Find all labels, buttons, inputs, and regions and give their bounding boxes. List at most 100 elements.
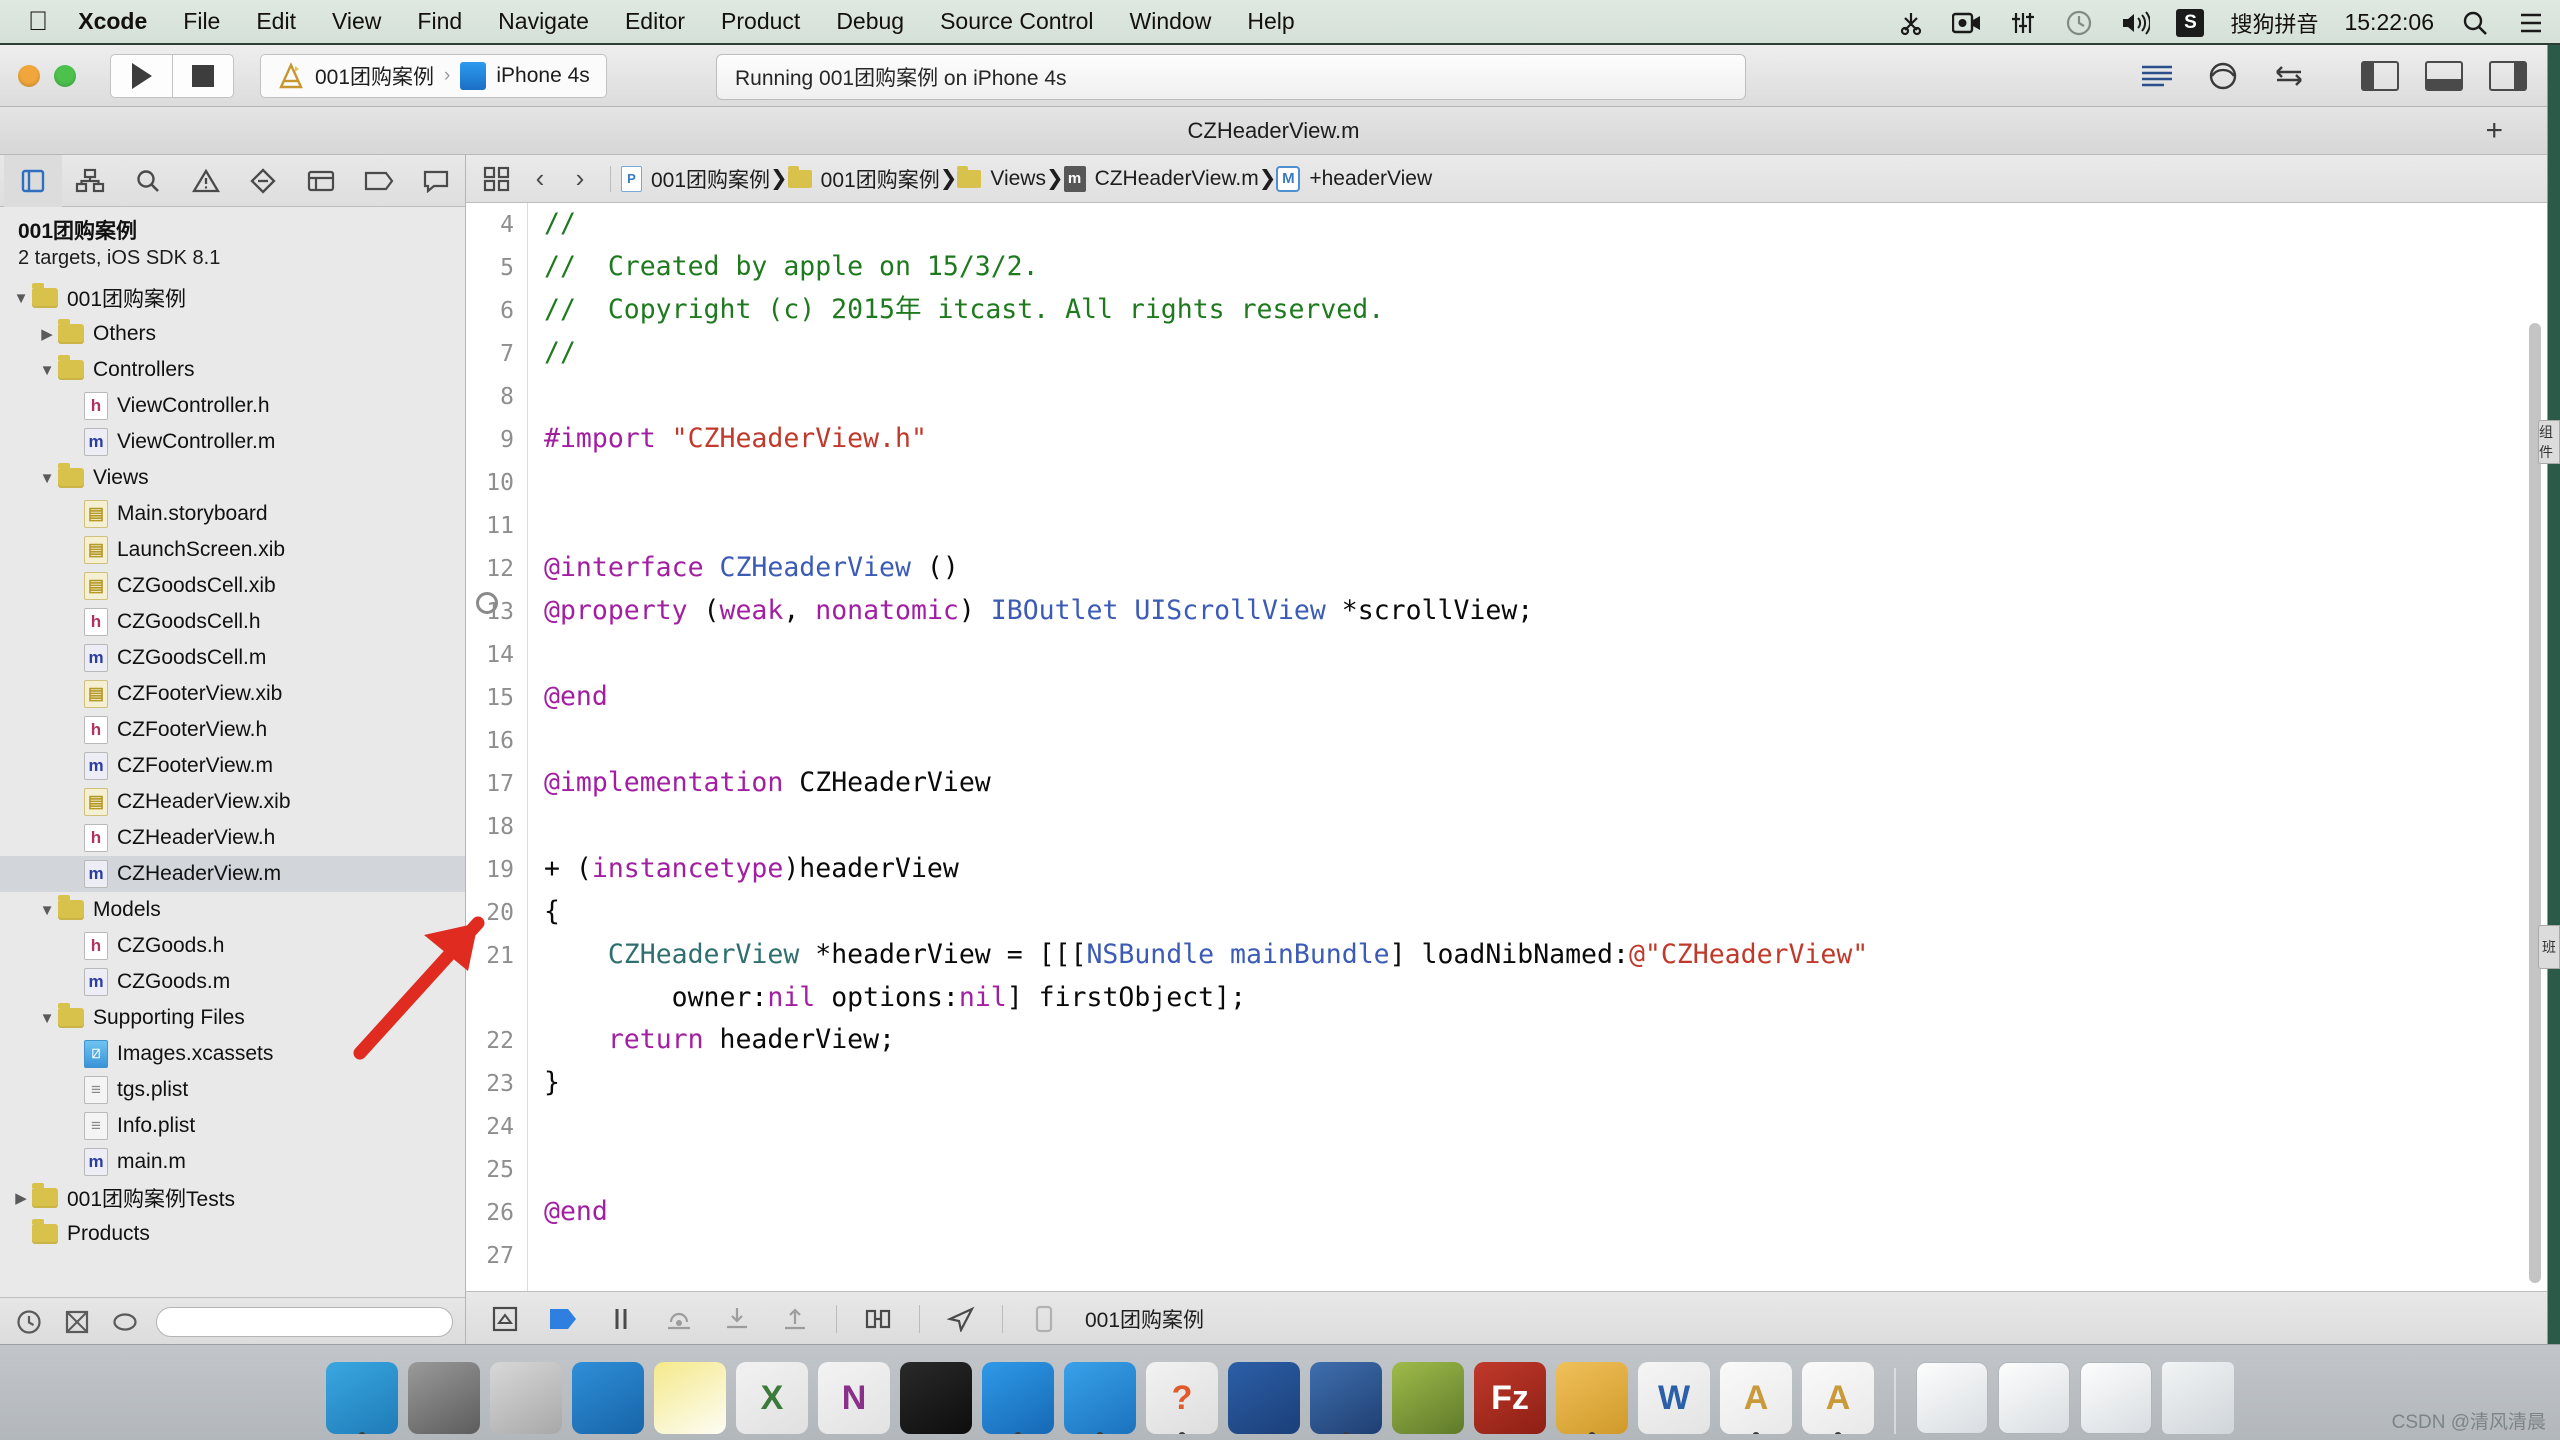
source-code-text[interactable]: 4 // 5 // Created by apple on 15/3/2. 6 // … xyxy=(466,203,2547,1277)
sogou-ime-badge[interactable]: S xyxy=(2176,8,2205,37)
project-navigator-icon[interactable] xyxy=(4,154,62,207)
menu-edit[interactable]: Edit xyxy=(256,8,296,35)
tree-row[interactable]: ≡ Info.plist xyxy=(0,1108,465,1144)
debug-navigator-icon[interactable] xyxy=(292,155,350,207)
tree-row[interactable]: Products xyxy=(0,1216,465,1252)
code-line[interactable]: // Copyright (c) 2015年 itcast. All right… xyxy=(528,294,1384,325)
search-icon[interactable] xyxy=(2460,8,2490,38)
tree-row[interactable]: h ViewController.h xyxy=(0,388,465,424)
safari-icon[interactable] xyxy=(572,1362,644,1434)
window-zoom-button[interactable] xyxy=(54,64,76,87)
code-line[interactable] xyxy=(528,466,544,497)
code-line[interactable]: #import "CZHeaderView.h" xyxy=(528,423,927,454)
hide-debug-area-icon[interactable] xyxy=(488,1303,522,1335)
code-line[interactable]: @end xyxy=(528,1196,608,1227)
code-line[interactable]: CZHeaderView *headerView = [[[NSBundle m… xyxy=(528,939,1868,970)
preview-icon[interactable]: ? xyxy=(1146,1362,1218,1434)
code-line[interactable]: @end xyxy=(528,681,608,712)
minimized-window-1[interactable] xyxy=(1916,1362,1988,1434)
scissors-icon[interactable] xyxy=(1896,8,1926,38)
code-line[interactable]: owner:nil options:nil] firstObject]; xyxy=(528,982,1246,1013)
archive-utility-icon[interactable] xyxy=(1392,1362,1464,1434)
tree-row[interactable]: ▼ Supporting Files xyxy=(0,1000,465,1036)
code-line[interactable]: { xyxy=(528,896,560,927)
code-line[interactable] xyxy=(528,380,544,411)
volume-icon[interactable] xyxy=(2120,8,2151,38)
scheme-selector[interactable]: 001团购案例 › iPhone 4s xyxy=(260,53,607,98)
navigator-toggle-button[interactable] xyxy=(2361,61,2399,91)
assistant-editor-icon[interactable] xyxy=(2203,58,2243,94)
trash-icon[interactable] xyxy=(2162,1362,2234,1434)
menu-xcode[interactable]: Xcode xyxy=(78,8,147,35)
menu-debug[interactable]: Debug xyxy=(836,8,904,35)
menu-window[interactable]: Window xyxy=(1130,8,1212,35)
filter-icon[interactable] xyxy=(108,1306,142,1338)
code-line[interactable] xyxy=(528,1110,544,1141)
input-method-label[interactable]: 搜狗拼音 xyxy=(2230,7,2318,39)
add-editor-tab-button[interactable]: + xyxy=(2485,114,2503,148)
search-navigator-icon[interactable] xyxy=(119,155,177,207)
code-line[interactable] xyxy=(528,638,544,669)
code-line[interactable]: // Created by apple on 15/3/2. xyxy=(528,251,1039,282)
terminal-icon[interactable] xyxy=(900,1362,972,1434)
tree-row[interactable]: m CZHeaderView.m xyxy=(0,856,465,892)
stop-button[interactable] xyxy=(172,53,234,98)
symbol-navigator-icon[interactable] xyxy=(62,155,120,207)
tree-row[interactable]: m CZGoodsCell.m xyxy=(0,640,465,676)
menu-view[interactable]: View xyxy=(332,8,381,35)
code-line[interactable] xyxy=(528,810,544,841)
jump-forward-button[interactable]: › xyxy=(560,163,600,194)
tree-row[interactable]: ▼ Models xyxy=(0,892,465,928)
breadcrumb-method[interactable]: M +headerView xyxy=(1276,165,1432,192)
run-button[interactable] xyxy=(110,53,172,98)
menu-source-control[interactable]: Source Control xyxy=(940,8,1093,35)
onenote-icon[interactable]: N xyxy=(818,1362,890,1434)
code-line[interactable] xyxy=(528,509,544,540)
standard-editor-icon[interactable] xyxy=(2137,58,2177,94)
menu-file[interactable]: File xyxy=(183,8,220,35)
tree-row[interactable]: ▼ Controllers xyxy=(0,352,465,388)
menu-product[interactable]: Product xyxy=(721,8,800,35)
disclosure-open-icon[interactable]: ▼ xyxy=(36,470,58,487)
word-icon[interactable]: W xyxy=(1638,1362,1710,1434)
recent-files-icon[interactable] xyxy=(12,1306,46,1338)
version-editor-icon[interactable] xyxy=(2269,58,2309,94)
xcode-icon[interactable] xyxy=(982,1362,1054,1434)
related-items-icon[interactable] xyxy=(480,162,514,196)
tree-row[interactable]: ⍁ Images.xcassets xyxy=(0,1036,465,1072)
disclosure-open-icon[interactable]: ▼ xyxy=(36,902,58,919)
menu-find[interactable]: Find xyxy=(417,8,462,35)
breadcrumb-project[interactable]: P 001团购案例 xyxy=(621,164,770,194)
pages-icon[interactable]: A xyxy=(1802,1362,1874,1434)
tree-row[interactable]: h CZGoodsCell.h xyxy=(0,604,465,640)
code-line[interactable]: } xyxy=(528,1067,560,1098)
editor-vertical-scrollbar[interactable] xyxy=(2529,323,2541,1283)
simulator-icon[interactable] xyxy=(1064,1362,1136,1434)
code-line[interactable]: + (instancetype)headerView xyxy=(528,853,959,884)
apple-icon[interactable]:  xyxy=(28,8,48,35)
minimized-window-2[interactable] xyxy=(1998,1362,2070,1434)
disclosure-open-icon[interactable]: ▼ xyxy=(36,1010,58,1027)
tree-row[interactable]: ▶ 001团购案例Tests xyxy=(0,1180,465,1216)
disclosure-closed-icon[interactable]: ▶ xyxy=(36,325,58,343)
disclosure-open-icon[interactable]: ▼ xyxy=(10,290,32,307)
step-out-icon[interactable] xyxy=(778,1303,812,1335)
tree-row[interactable]: ▤ CZGoodsCell.xib xyxy=(0,568,465,604)
code-line[interactable]: @interface CZHeaderView () xyxy=(528,552,959,583)
tree-row[interactable]: m CZFooterView.m xyxy=(0,748,465,784)
navigator-project-header[interactable]: 001团购案例 2 targets, iOS SDK 8.1 xyxy=(0,207,465,276)
tree-row[interactable]: ▤ Main.storyboard xyxy=(0,496,465,532)
filter-input[interactable] xyxy=(156,1306,453,1337)
tree-row[interactable]: ▤ LaunchScreen.xib xyxy=(0,532,465,568)
minimized-window-3[interactable] xyxy=(2080,1362,2152,1434)
tree-row[interactable]: ▤ CZFooterView.xib xyxy=(0,676,465,712)
continue-icon[interactable] xyxy=(546,1303,580,1335)
jump-back-button[interactable]: ‹ xyxy=(520,163,560,194)
code-line[interactable] xyxy=(528,1153,544,1184)
breadcrumb-views[interactable]: Views xyxy=(957,165,1046,191)
pause-icon[interactable] xyxy=(604,1303,638,1335)
keynote-icon[interactable]: A xyxy=(1720,1362,1792,1434)
menu-help[interactable]: Help xyxy=(1247,8,1294,35)
launchpad-icon[interactable] xyxy=(490,1362,562,1434)
test-navigator-icon[interactable] xyxy=(235,155,293,207)
